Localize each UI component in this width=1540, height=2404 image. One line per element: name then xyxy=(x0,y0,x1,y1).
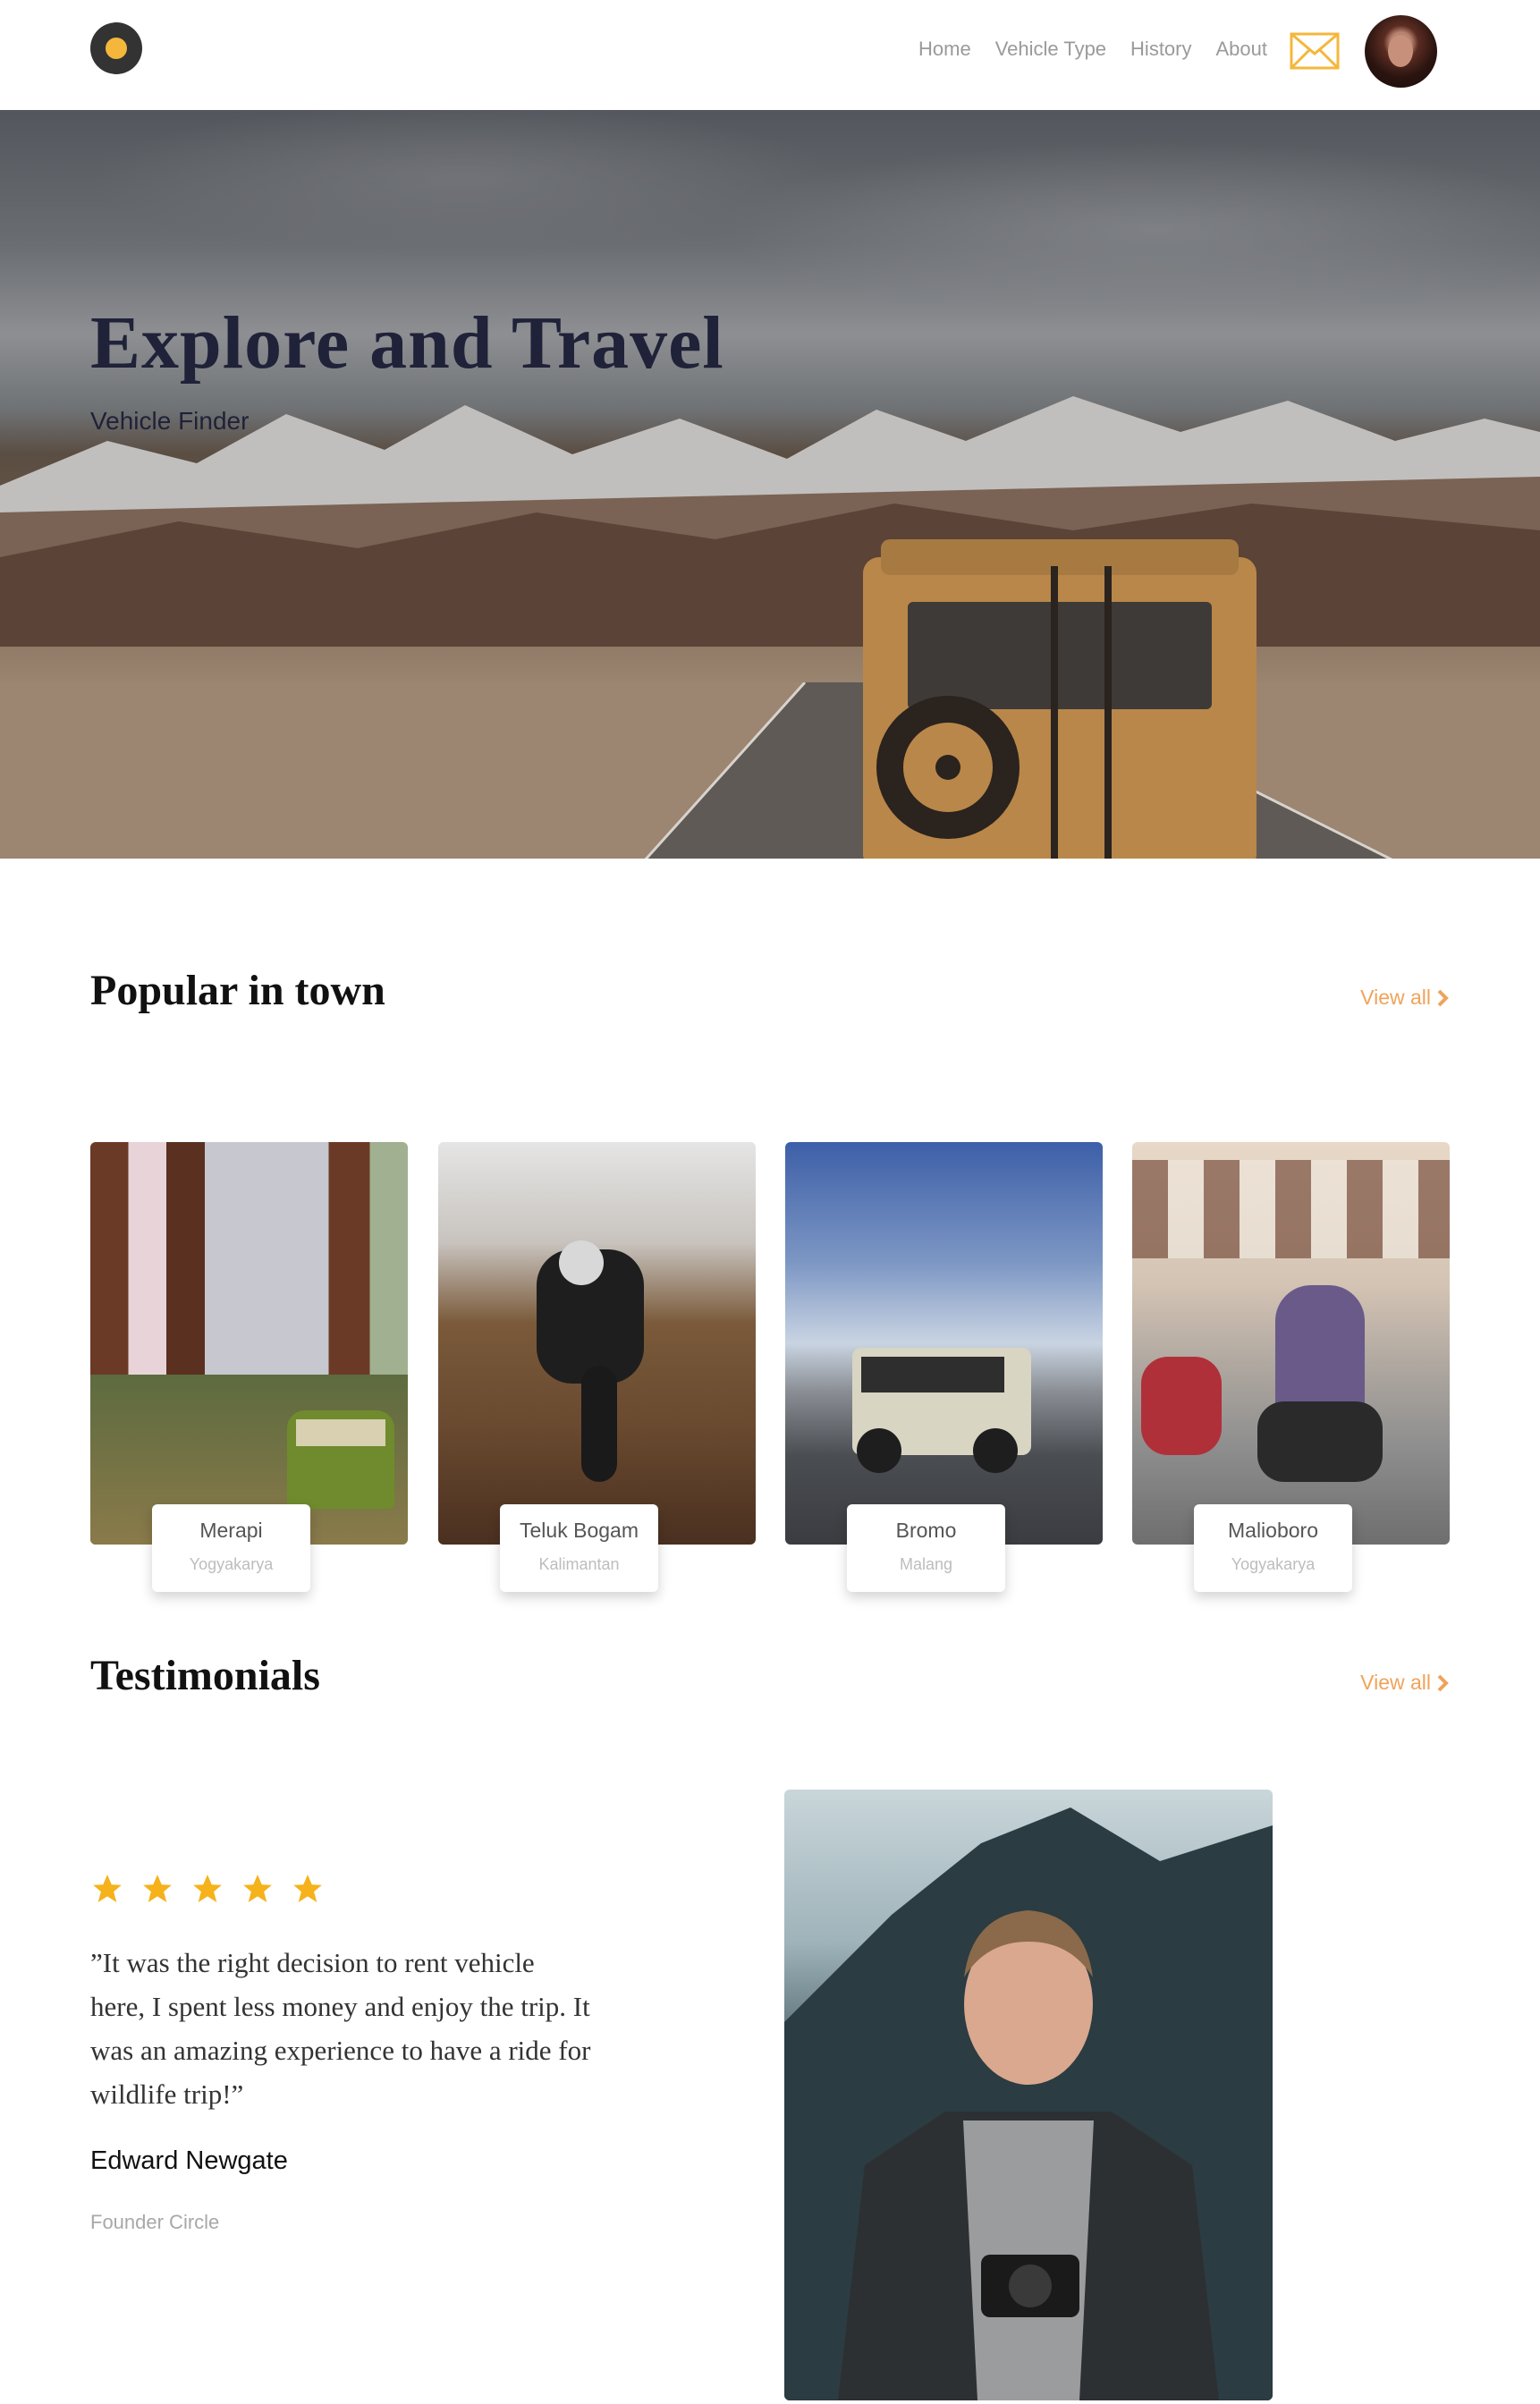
card-name: Merapi xyxy=(199,1519,263,1542)
card-label: Malioboro Yogyakarya xyxy=(1194,1504,1352,1592)
testimonial-quote: ”It was the right decision to rent vehic… xyxy=(90,1947,591,2110)
testimonials-title: Testimonials xyxy=(90,1652,320,1699)
card-teluk-bogam[interactable]: Teluk Bogam Kalimantan xyxy=(438,1142,756,1592)
star-icon xyxy=(293,1875,322,1903)
photo-illustration xyxy=(784,1807,1273,2400)
nav-home-link[interactable]: Home xyxy=(918,38,971,61)
card-location: Malang xyxy=(899,1555,953,1573)
avatar-face xyxy=(1388,35,1413,67)
nav-links: Home Vehicle Type History About xyxy=(918,38,1267,61)
testimonial-photo xyxy=(784,1790,1273,2400)
card-location: Yogyakarya xyxy=(1231,1555,1316,1573)
popular-view-all-link[interactable]: View all xyxy=(1360,986,1449,1010)
testimonial-role: Founder Circle xyxy=(90,2211,220,2233)
card-label: Teluk Bogam Kalimantan xyxy=(500,1504,658,1592)
rating-stars xyxy=(90,1872,325,1906)
nav-history-link[interactable]: History xyxy=(1130,38,1191,61)
card-name: Bromo xyxy=(895,1519,957,1542)
popular-view-all-label: View all xyxy=(1360,986,1431,1009)
hero-road xyxy=(0,682,1540,859)
testimonial-author: Edward Newgate xyxy=(90,2146,288,2175)
card-image xyxy=(438,1142,756,1545)
card-location: Kalimantan xyxy=(538,1555,620,1573)
card-bromo[interactable]: Bromo Malang xyxy=(785,1142,1103,1592)
card-image xyxy=(90,1142,408,1545)
navbar: Home Vehicle Type History About xyxy=(0,0,1540,110)
card-name: Malioboro xyxy=(1228,1519,1318,1542)
testimonials-view-all-link[interactable]: View all xyxy=(1360,1671,1449,1695)
star-icon xyxy=(93,1875,122,1903)
testimonials-view-all-label: View all xyxy=(1360,1671,1431,1694)
card-image xyxy=(1132,1142,1450,1545)
card-location: Yogyakarya xyxy=(189,1555,274,1573)
card-image xyxy=(785,1142,1103,1545)
star-icon xyxy=(193,1875,222,1903)
hero-title: Explore and Travel xyxy=(90,301,724,385)
nav-vehicle-type-link[interactable]: Vehicle Type xyxy=(995,38,1106,61)
card-name: Teluk Bogam xyxy=(520,1519,639,1542)
hero-banner: Explore and Travel Vehicle Finder xyxy=(0,110,1540,859)
chevron-right-icon xyxy=(1437,1674,1449,1691)
star-icon xyxy=(243,1875,272,1903)
nav-about-link[interactable]: About xyxy=(1216,38,1268,61)
hero-subtitle: Vehicle Finder xyxy=(90,407,250,435)
star-icon xyxy=(143,1875,172,1903)
popular-title: Popular in town xyxy=(90,967,385,1014)
van-image xyxy=(863,539,1257,859)
chevron-right-icon xyxy=(1437,989,1449,1006)
card-merapi[interactable]: Merapi Yogyakarya xyxy=(90,1142,408,1592)
card-malioboro[interactable]: Malioboro Yogyakarya xyxy=(1132,1142,1450,1592)
user-avatar[interactable] xyxy=(1365,15,1437,88)
card-label: Bromo Malang xyxy=(847,1504,1005,1592)
card-label: Merapi Yogyakarya xyxy=(152,1504,310,1592)
logo-icon[interactable] xyxy=(90,22,142,74)
logo-dot xyxy=(106,38,127,59)
mail-icon[interactable] xyxy=(1290,32,1340,70)
